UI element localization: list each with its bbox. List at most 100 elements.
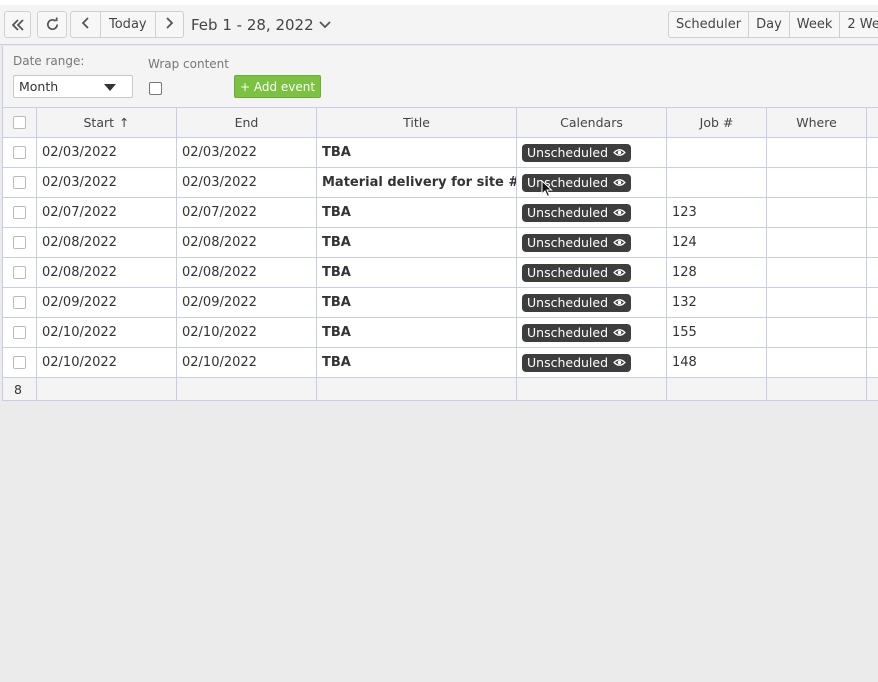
column-header-calendars[interactable]: Calendars [517,108,667,137]
calendar-badge-label: Unscheduled [527,265,609,280]
calendar-badge-label: Unscheduled [527,235,609,250]
eye-icon [613,298,626,307]
next-button[interactable] [154,12,183,37]
footer-cell [517,378,667,400]
view-scheduler[interactable]: Scheduler [669,12,750,37]
column-header-end[interactable]: End [177,108,317,137]
job-cell: 124 [667,228,767,257]
calendars-cell: Unscheduled [517,288,667,317]
calendar-badge-label: Unscheduled [527,175,609,190]
wrap-content-label: Wrap content [148,57,229,71]
end-cell: 02/03/2022 [177,138,317,167]
where-cell [767,258,867,287]
calendar-badge[interactable]: Unscheduled [522,173,632,192]
row-select-cell [3,258,37,287]
job-cell: 148 [667,348,767,377]
add-event-button[interactable]: + Add event [234,75,321,98]
eye-icon [613,358,626,367]
calendar-badge[interactable]: Unscheduled [522,293,632,312]
footer-cell [37,378,177,400]
table-row[interactable]: 02/09/2022 02/09/2022 TBA Unscheduled 132 [3,287,878,317]
view-day[interactable]: Day [749,12,790,37]
eye-icon [613,268,626,277]
calendar-badge-label: Unscheduled [527,295,609,310]
prev-button[interactable] [71,12,100,37]
start-cell: 02/08/2022 [37,228,177,257]
where-cell [767,228,867,257]
column-header-title[interactable]: Title [317,108,517,137]
title-cell: TBA [317,138,517,167]
overflow-cell [867,288,878,317]
table-row[interactable]: 02/03/2022 02/03/2022 TBA Unscheduled [3,137,878,167]
calendar-badge[interactable]: Unscheduled [522,263,632,282]
overflow-cell [867,228,878,257]
caret-down-icon [104,84,116,91]
table-row[interactable]: 02/03/2022 02/03/2022 Material delivery fo… [3,167,878,197]
calendar-badge[interactable]: Unscheduled [522,323,632,342]
calendar-badge-label: Unscheduled [527,355,609,370]
row-select-cell [3,348,37,377]
double-chevron-left-icon [10,18,26,32]
calendar-badge[interactable]: Unscheduled [522,143,632,162]
sort-ascending-icon: ↑ [119,115,130,130]
eye-icon [613,238,626,247]
overflow-cell [867,138,878,167]
eye-icon [613,178,626,187]
row-checkbox[interactable] [13,236,26,249]
column-header-job[interactable]: Job # [667,108,767,137]
calendar-badge[interactable]: Unscheduled [522,353,632,372]
wrap-content-checkbox[interactable] [149,82,162,95]
table-row[interactable]: 02/08/2022 02/08/2022 TBA Unscheduled 128 [3,257,878,287]
chevron-right-icon [164,16,174,34]
row-select-cell [3,318,37,347]
start-cell: 02/03/2022 [37,168,177,197]
table-row[interactable]: 02/07/2022 02/07/2022 TBA Unscheduled 123 [3,197,878,227]
overflow-cell [867,168,878,197]
date-range-picker[interactable]: Feb 1 - 28, 2022 [191,16,331,34]
footer-cell [867,378,878,400]
row-checkbox[interactable] [13,326,26,339]
row-checkbox[interactable] [13,356,26,369]
select-all-cell [3,108,37,137]
calendar-badge[interactable]: Unscheduled [522,233,632,252]
refresh-button[interactable] [37,11,67,38]
select-all-checkbox[interactable] [13,116,26,129]
eye-icon [613,328,626,337]
refresh-icon [45,17,60,32]
row-checkbox[interactable] [13,296,26,309]
events-table: Start ↑ End Title Calendars Job # Where … [2,107,878,401]
toolbar: Today Feb 1 - 28, 2022 Scheduler Day Wee… [0,5,878,45]
row-select-cell [3,168,37,197]
end-cell: 02/09/2022 [177,288,317,317]
title-cell: TBA [317,318,517,347]
where-cell [767,348,867,377]
row-checkbox[interactable] [13,176,26,189]
view-week[interactable]: Week [790,12,841,37]
view-switcher: Scheduler Day Week 2 Week [668,11,878,38]
column-header-start[interactable]: Start ↑ [37,108,177,137]
table-row[interactable]: 02/10/2022 02/10/2022 TBA Unscheduled 155 [3,317,878,347]
row-checkbox[interactable] [13,146,26,159]
start-cell: 02/10/2022 [37,348,177,377]
row-checkbox[interactable] [13,206,26,219]
collapse-button[interactable] [4,11,31,38]
end-cell: 02/08/2022 [177,228,317,257]
column-header-where[interactable]: Where [767,108,867,137]
start-cell: 02/10/2022 [37,318,177,347]
view-2-week[interactable]: 2 Week [840,12,878,37]
title-cell: TBA [317,198,517,227]
title-cell: TBA [317,288,517,317]
where-cell [767,168,867,197]
end-cell: 02/10/2022 [177,318,317,347]
row-select-cell [3,288,37,317]
calendars-cell: Unscheduled [517,168,667,197]
start-cell: 02/07/2022 [37,198,177,227]
table-row[interactable]: 02/08/2022 02/08/2022 TBA Unscheduled 124 [3,227,878,257]
date-range-select[interactable]: Month [13,75,133,98]
overflow-cell [867,348,878,377]
row-checkbox[interactable] [13,266,26,279]
calendar-badge[interactable]: Unscheduled [522,203,632,222]
today-button[interactable]: Today [100,12,155,37]
footer-cell [667,378,767,400]
table-row[interactable]: 02/10/2022 02/10/2022 TBA Unscheduled 148 [3,347,878,377]
